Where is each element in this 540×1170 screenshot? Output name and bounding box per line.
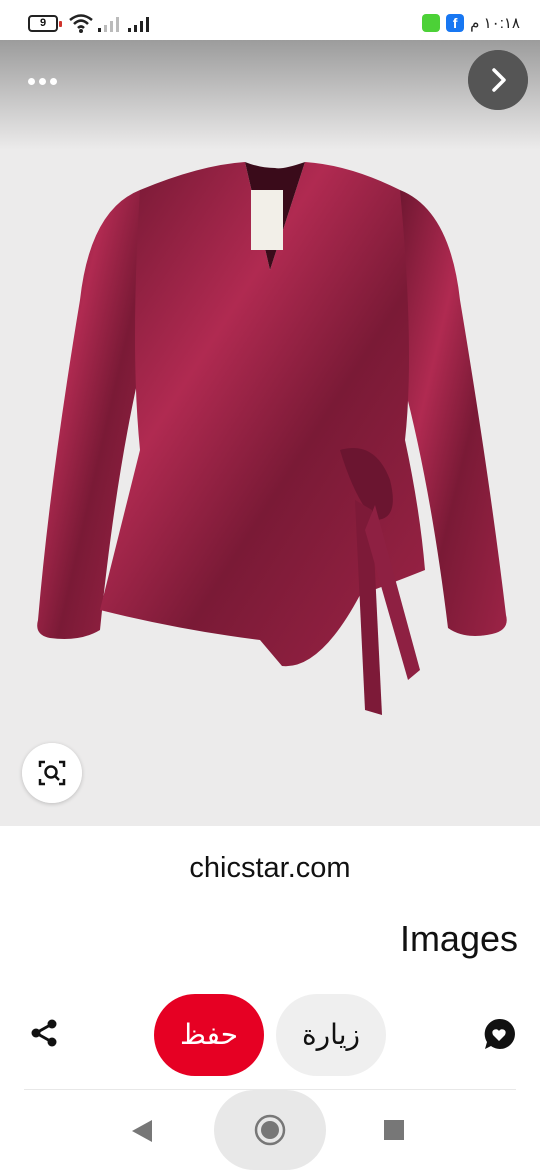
facebook-icon: f	[446, 14, 465, 32]
wifi-icon	[69, 14, 93, 33]
action-row: حفظ زيارة	[0, 993, 540, 1077]
blouse-image	[37, 162, 507, 715]
cell-signal-icon	[98, 17, 119, 32]
more-options-icon[interactable]	[28, 70, 62, 92]
recents-icon[interactable]	[384, 1120, 404, 1140]
image-top-gradient	[0, 40, 540, 150]
system-nav-bar	[0, 1090, 540, 1170]
cell-signal-icon	[128, 17, 149, 32]
home-icon[interactable]	[254, 1114, 286, 1146]
share-icon[interactable]	[28, 1017, 60, 1049]
visit-button[interactable]: زيارة	[276, 994, 386, 1076]
board-name: Images	[399, 918, 518, 959]
battery-icon: 9	[28, 15, 62, 32]
status-right: f ١٠:١٨ م	[422, 12, 520, 34]
status-bar: 9 f ١٠:١٨ م	[0, 0, 540, 40]
visual-search-icon[interactable]	[22, 743, 82, 803]
app-notification-icon	[422, 14, 441, 32]
pin-image[interactable]	[0, 40, 540, 826]
back-icon[interactable]	[130, 1118, 154, 1144]
save-button[interactable]: حفظ	[154, 994, 264, 1076]
clock: ١٠:١٨ م	[470, 15, 520, 32]
comment-icon[interactable]	[482, 1017, 516, 1051]
chevron-right-icon[interactable]	[468, 50, 528, 110]
source-domain-link[interactable]: chicstar.com	[0, 852, 540, 885]
